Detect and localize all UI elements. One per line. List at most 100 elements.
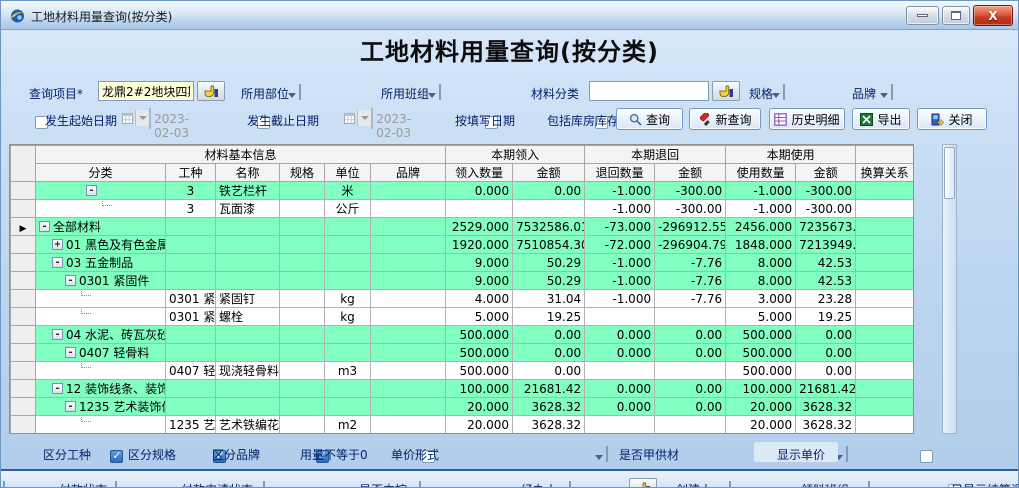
use-amount-cell: 7213949.51 — [796, 236, 856, 254]
column-header-8[interactable]: 退回数量 — [585, 164, 655, 182]
table-row[interactable]: ▶-全部材料2529.0007532586.01-73.000-296912.5… — [11, 218, 914, 236]
column-header-4[interactable]: 单位 — [325, 164, 371, 182]
payment-request-status-combobox[interactable] — [263, 481, 265, 488]
exit-door-icon — [931, 113, 944, 126]
column-header-2[interactable]: 名称 — [216, 164, 280, 182]
row-selector-cell[interactable] — [11, 200, 36, 218]
row-selector-cell[interactable] — [11, 326, 36, 344]
collapse-toggle-icon[interactable]: - — [52, 257, 63, 268]
maximize-button[interactable] — [942, 6, 970, 25]
group-header-basic: 材料基本信息 — [36, 146, 446, 164]
row-selector-cell[interactable] — [11, 272, 36, 290]
column-header-3[interactable]: 规格 — [280, 164, 325, 182]
price-form-combobox[interactable]: 加权平均价(总库值/总库存量) — [606, 446, 608, 462]
show-unit-price-checkbox[interactable] — [920, 450, 933, 463]
row-selector-cell[interactable] — [11, 416, 36, 434]
table-row[interactable]: -0407 轻骨料500.0000.000.0000.00500.0000.00 — [11, 344, 914, 362]
return-amount-cell — [655, 308, 726, 326]
table-row[interactable]: -04 水泥、砖瓦灰砂500.0000.000.0000.00500.0000.… — [11, 326, 914, 344]
column-header-7[interactable]: 金额 — [513, 164, 585, 182]
row-selector-cell[interactable] — [11, 344, 36, 362]
column-header-11[interactable]: 金额 — [796, 164, 856, 182]
return-amount-cell — [655, 416, 726, 434]
name-cell — [216, 344, 280, 362]
table-row[interactable]: 0301 紧固紧固钉kg4.00031.04-1.000-7.763.00023… — [11, 290, 914, 308]
table-row[interactable]: +01 黑色及有色金属1920.0007510854.30-72.000-296… — [11, 236, 914, 254]
clipped-lookup-button[interactable] — [629, 478, 657, 488]
table-vscrollbar[interactable] — [942, 144, 957, 434]
row-selector-cell[interactable] — [11, 182, 36, 200]
return-qty-cell: -73.000 — [585, 218, 655, 236]
creator-combobox[interactable] — [729, 481, 731, 488]
column-header-0[interactable]: 分类 — [36, 164, 166, 182]
new-query-button[interactable]: 新查询 — [689, 108, 761, 130]
table-row[interactable]: -03 五金制品9.00050.29-1.000-7.768.00042.53 — [11, 254, 914, 272]
collapse-toggle-icon[interactable]: - — [65, 275, 76, 286]
table-row[interactable]: 0407 轻骨现浇轻骨料m3500.0000.00500.0000.00 — [11, 362, 914, 380]
spec-combobox[interactable] — [783, 84, 785, 100]
clipped-combobox[interactable] — [3, 481, 5, 488]
column-header-6[interactable]: 领入数量 — [446, 164, 513, 182]
column-header-5[interactable]: 品牌 — [371, 164, 446, 182]
column-header-10[interactable]: 使用数量 — [726, 164, 796, 182]
table-row[interactable]: -3铁艺栏杆米0.0000.00-1.000-300.00-1.000-300.… — [11, 182, 914, 200]
row-selector-cell[interactable]: ▶ — [11, 218, 36, 236]
unit-cell — [325, 344, 371, 362]
column-header-9[interactable]: 金额 — [655, 164, 726, 182]
table-row[interactable]: -1239 装饰字80.00018053.100.0000.0080.00018… — [11, 434, 914, 435]
project-lookup-button[interactable] — [197, 81, 225, 101]
expand-toggle-icon[interactable]: + — [52, 239, 63, 250]
start-date-field[interactable]: 2023-02-03 — [149, 108, 151, 129]
row-selector-cell[interactable] — [11, 236, 36, 254]
material-category-input[interactable] — [589, 81, 709, 101]
minimize-button[interactable] — [906, 6, 939, 25]
conversion-cell — [856, 362, 914, 380]
collapse-toggle-icon[interactable]: - — [52, 383, 63, 394]
use-amount-cell: -300.00 — [796, 182, 856, 200]
row-selector-cell[interactable] — [11, 254, 36, 272]
row-selector-cell[interactable] — [11, 398, 36, 416]
close-button[interactable]: X — [973, 5, 1013, 26]
table-row[interactable]: 0301 紧固螺栓kg5.00019.255.00019.25 — [11, 308, 914, 326]
category-text: 0407 轻骨料 — [79, 344, 149, 361]
column-header-12[interactable]: 换算关系 — [856, 164, 914, 182]
history-detail-button[interactable]: 历史明细 — [769, 108, 845, 130]
row-selector-cell[interactable] — [11, 362, 36, 380]
payment-status-combobox[interactable] — [115, 481, 117, 488]
is-control-combobox[interactable] — [419, 481, 421, 488]
table-row[interactable]: 1235 艺术艺术铁编花m220.0003628.3220.0003628.32 — [11, 416, 914, 434]
receive-qty-cell — [446, 200, 513, 218]
title-bar[interactable]: 工地材料用量查询(按分类) X — [1, 1, 1018, 30]
scrollbar-thumb[interactable] — [944, 147, 955, 199]
table-row[interactable]: 3瓦面漆公斤-1.000-300.00-1.000-300.00 — [11, 200, 914, 218]
table-row[interactable]: -1235 艺术装饰件20.0003628.320.0000.0020.0003… — [11, 398, 914, 416]
use-amount-cell: 23.28 — [796, 290, 856, 308]
row-selector-cell[interactable] — [11, 308, 36, 326]
end-date-field[interactable]: 2023-02-03 — [371, 108, 373, 129]
collapse-toggle-icon[interactable]: - — [52, 329, 63, 340]
material-category-lookup-button[interactable] — [712, 81, 740, 101]
project-input[interactable] — [98, 81, 194, 101]
query-button[interactable]: 查询 — [616, 108, 683, 130]
row-selector-cell[interactable] — [11, 380, 36, 398]
export-button[interactable]: 导出 — [852, 108, 910, 130]
brand-combobox[interactable] — [891, 84, 893, 100]
close-form-button[interactable]: 关闭 — [917, 108, 987, 130]
collapse-toggle-icon[interactable]: - — [86, 185, 97, 196]
collapse-toggle-icon[interactable]: - — [39, 221, 50, 232]
spec-cell — [280, 236, 325, 254]
collapse-toggle-icon[interactable]: - — [65, 347, 76, 358]
picking-crew-combobox[interactable] — [868, 481, 870, 488]
handler-combobox[interactable] — [569, 481, 571, 488]
column-header-1[interactable]: 工种 — [166, 164, 216, 182]
collapse-toggle-icon[interactable]: - — [65, 401, 76, 412]
table-row[interactable]: -12 装饰线条、装饰100.00021681.420.0000.00100.0… — [11, 380, 914, 398]
part-combobox[interactable] — [299, 84, 301, 100]
row-selector-cell[interactable] — [11, 434, 36, 435]
spec-cell — [280, 182, 325, 200]
crew-combobox[interactable] — [439, 84, 441, 100]
table-row[interactable]: -0301 紧固件9.00050.29-1.000-7.768.00042.53 — [11, 272, 914, 290]
split-worktype-checkbox[interactable] — [110, 450, 123, 463]
owner-supplied-combobox[interactable] — [846, 446, 848, 462]
row-selector-cell[interactable] — [11, 290, 36, 308]
